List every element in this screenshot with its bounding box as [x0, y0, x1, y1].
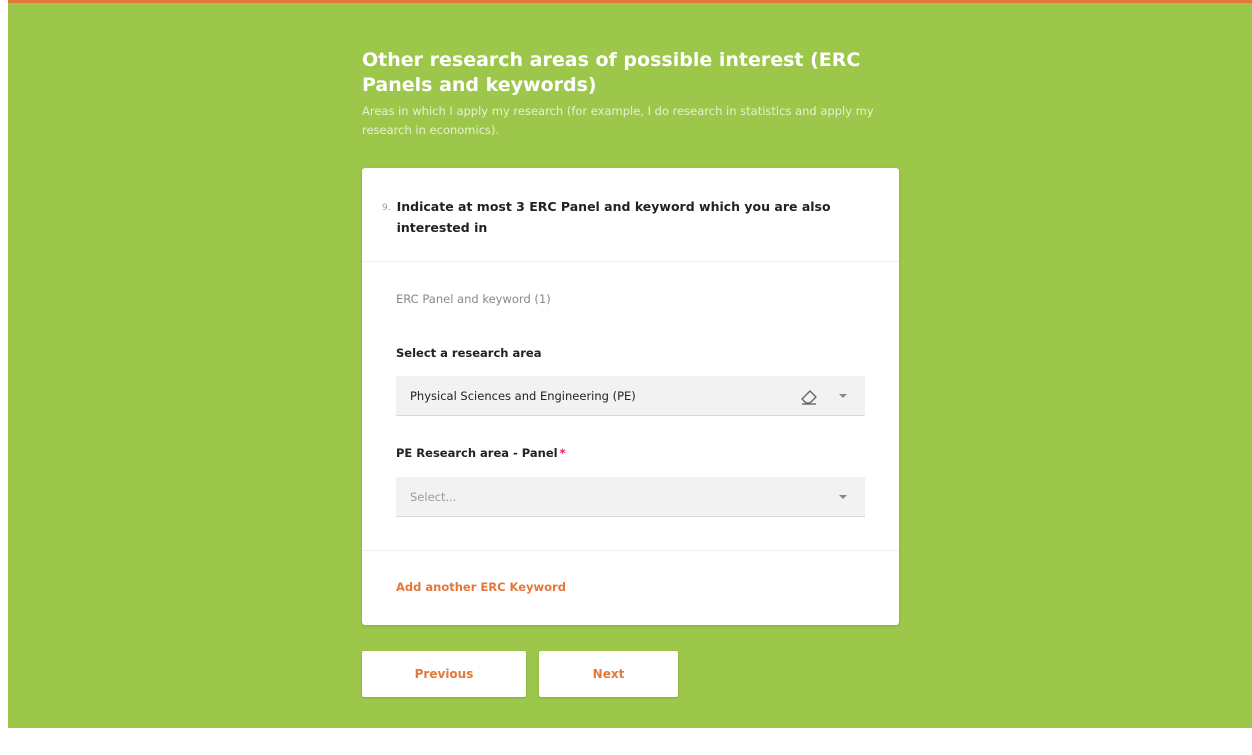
panel-label-text: PE Research area - Panel — [396, 446, 558, 460]
section-description: Areas in which I apply my research (for … — [362, 104, 874, 137]
research-area-value: Physical Sciences and Engineering (PE) — [410, 388, 636, 403]
panel-label: PE Research area - Panel * — [396, 446, 566, 460]
page-background: Other research areas of possible interes… — [8, 0, 1252, 755]
research-area-label: Select a research area — [396, 346, 542, 360]
panel-select[interactable]: Select... — [396, 477, 865, 517]
bottom-strip — [8, 728, 1252, 755]
panel-select-placeholder: Select... — [410, 489, 457, 504]
research-area-select[interactable]: Physical Sciences and Engineering (PE) — [396, 376, 865, 416]
question-heading: 9. Indicate at most 3 ERC Panel and keyw… — [382, 196, 872, 238]
section-title: Other research areas of possible interes… — [362, 49, 861, 96]
question-text: Indicate at most 3 ERC Panel and keyword… — [396, 199, 831, 235]
add-keyword-link[interactable]: Add another ERC Keyword — [396, 580, 566, 594]
eraser-icon[interactable] — [799, 386, 819, 406]
caret-down-icon[interactable] — [839, 393, 847, 398]
caret-down-icon[interactable] — [839, 494, 847, 499]
previous-button[interactable]: Previous — [362, 651, 526, 697]
section-header: Other research areas of possible interes… — [362, 48, 902, 140]
required-mark: * — [559, 446, 566, 460]
top-accent-border — [8, 0, 1252, 3]
next-button[interactable]: Next — [539, 651, 678, 697]
question-card: 9. Indicate at most 3 ERC Panel and keyw… — [362, 168, 899, 625]
divider — [362, 261, 899, 262]
group-label: ERC Panel and keyword (1) — [396, 292, 551, 306]
divider — [362, 550, 899, 551]
question-number: 9. — [382, 203, 391, 213]
